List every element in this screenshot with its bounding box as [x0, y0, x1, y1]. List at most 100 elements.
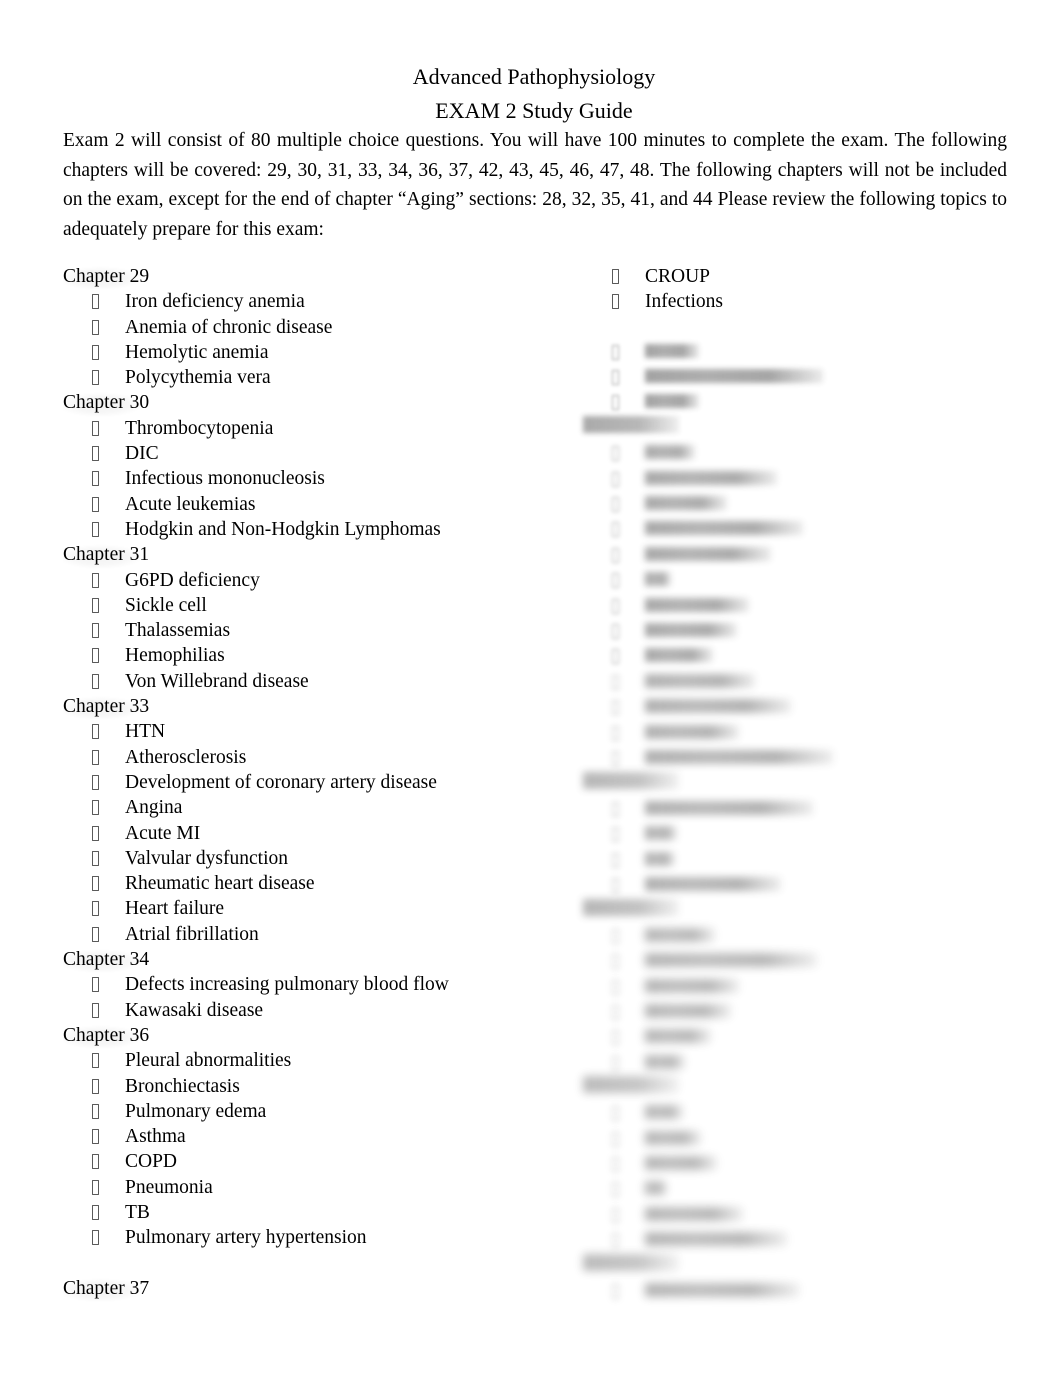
list-item-label: Polycythemia vera [125, 367, 271, 389]
redacted-list-item [645, 572, 671, 586]
bullet-box-icon [92, 673, 99, 689]
redacted-bullet-box-icon [612, 827, 619, 842]
intro-paragraph: Exam 2 will consist of 80 multiple choic… [63, 130, 1007, 240]
list-item: Thrombocytopenia [63, 416, 543, 441]
redacted-bullet-box-icon [612, 954, 619, 969]
chapter-heading-label: Chapter 30 [63, 390, 153, 417]
redacted-list-item [645, 496, 727, 510]
redacted-list-item [645, 394, 699, 408]
redacted-list-item [645, 598, 749, 612]
list-item-label: Sickle cell [125, 594, 207, 616]
list-item: Iron deficiency anemia [63, 289, 543, 314]
list-item: HTN [63, 719, 543, 744]
redacted-bullet-box-icon [612, 1030, 619, 1045]
bullet-box-icon [92, 446, 99, 462]
list-item: Atrial fibrillation [63, 922, 543, 947]
redacted-list-item [645, 521, 803, 535]
redacted-bullet-box-icon [612, 853, 619, 868]
redacted-list-item [645, 1131, 701, 1145]
list-item-label: DIC [125, 443, 159, 465]
chapter-heading: Chapter 29 [63, 264, 543, 291]
list-item-label: Pulmonary artery hypertension [125, 1227, 367, 1249]
list-item-label: Angina [125, 797, 183, 819]
right-column: CROUP Infections [583, 264, 1013, 315]
bullet-box-icon [92, 420, 99, 436]
bullet-box-icon [612, 269, 619, 284]
redacted-bullet-box-icon [612, 599, 619, 614]
redacted-bullet-box-icon [612, 726, 619, 741]
chapter-heading-label: Chapter 36 [63, 1022, 153, 1050]
document-subtitle: EXAM 2 Study Guide [435, 98, 633, 123]
list-item: Anemia of chronic disease [63, 315, 543, 340]
list-item-label: Defects increasing pulmonary blood flow [125, 974, 449, 996]
list-item-label: Pneumonia [125, 1176, 213, 1198]
redacted-bullet-box-icon [612, 1005, 619, 1020]
bullet-box-icon [92, 370, 99, 386]
bullet-box-icon [92, 1103, 99, 1119]
list-item: Pulmonary artery hypertension [63, 1225, 543, 1250]
redacted-list-item [645, 648, 713, 662]
redacted-list-item [645, 369, 823, 383]
bullet-box-icon [92, 724, 99, 740]
document-page: Advanced Pathophysiology EXAM 2 Study Gu… [0, 0, 1062, 1377]
redacted-bullet-box-icon [612, 472, 619, 487]
bullet-box-icon [92, 1204, 99, 1220]
list-item-label: Valvular dysfunction [125, 847, 289, 869]
redacted-list-item [645, 928, 715, 942]
redacted-bullet-box-icon [612, 649, 619, 664]
list-item: Acute MI [63, 821, 543, 846]
bullet-box-icon [92, 749, 99, 765]
list-item: Heart failure [63, 896, 543, 921]
redacted-bullet-box-icon [612, 370, 619, 385]
list-item: Von Willebrand disease [63, 669, 543, 694]
list-item-label: Hemolytic anemia [125, 341, 269, 363]
redacted-list-item [645, 1055, 685, 1069]
bullet-box-icon [92, 521, 99, 537]
list-item: COPD [63, 1149, 543, 1174]
list-item: Atherosclerosis [63, 745, 543, 770]
bullet-box-icon [92, 1053, 99, 1069]
list-item-label: Infections [645, 291, 723, 313]
redacted-bullet-box-icon [612, 1208, 619, 1223]
bullet-box-icon [92, 1179, 99, 1195]
redacted-bullet-box-icon [612, 1284, 619, 1299]
redacted-bullet-box-icon [612, 1132, 619, 1147]
list-item-label: Kawasaki disease [125, 999, 264, 1021]
document-title: Advanced Pathophysiology [412, 64, 656, 89]
redacted-bullet-box-icon [612, 1233, 619, 1248]
redacted-bullet-box-icon [612, 624, 619, 639]
chapter-heading: Chapter 33 [63, 694, 543, 721]
list-item: CROUP [583, 264, 1013, 289]
list-item-label: Pleural abnormalities [125, 1050, 292, 1072]
list-item-label: Rheumatic heart disease [125, 873, 315, 895]
chapter-heading: Chapter 36 [63, 1022, 543, 1050]
list-item: Defects increasing pulmonary blood flow [63, 972, 543, 997]
chapter-heading-label: Chapter 31 [63, 542, 153, 569]
list-item-label: Iron deficiency anemia [125, 291, 305, 313]
bullet-box-icon [92, 344, 99, 360]
redacted-list-item [645, 801, 813, 815]
bullet-box-icon [92, 294, 99, 310]
redacted-list-item [645, 877, 781, 891]
redacted-bullet-box-icon [612, 1182, 619, 1197]
list-item: Thalassemias [63, 618, 543, 643]
list-item: Pulmonary edema [63, 1099, 543, 1124]
list-item: Infectious mononucleosis [63, 466, 543, 491]
redacted-bullet-box-icon [612, 573, 619, 588]
list-item: Infections [583, 289, 1013, 314]
list-item-label: Heart failure [125, 898, 225, 920]
redacted-bullet-box-icon [612, 446, 619, 461]
list-item: Hodgkin and Non-Hodgkin Lymphomas [63, 517, 543, 542]
bullet-box-icon [92, 850, 99, 866]
bullet-box-icon [92, 623, 99, 639]
redacted-list-item [645, 547, 771, 561]
redacted-bullet-box-icon [612, 522, 619, 537]
redacted-chapter-heading [583, 1254, 679, 1271]
bullet-box-icon [92, 901, 99, 917]
redacted-chapter-heading [583, 772, 679, 789]
list-item: DIC [63, 441, 543, 466]
redacted-bullet-box-icon [612, 548, 619, 563]
redacted-list-item [645, 1029, 711, 1043]
redacted-bullet-box-icon [612, 675, 619, 690]
list-item: Rheumatic heart disease [63, 871, 543, 896]
